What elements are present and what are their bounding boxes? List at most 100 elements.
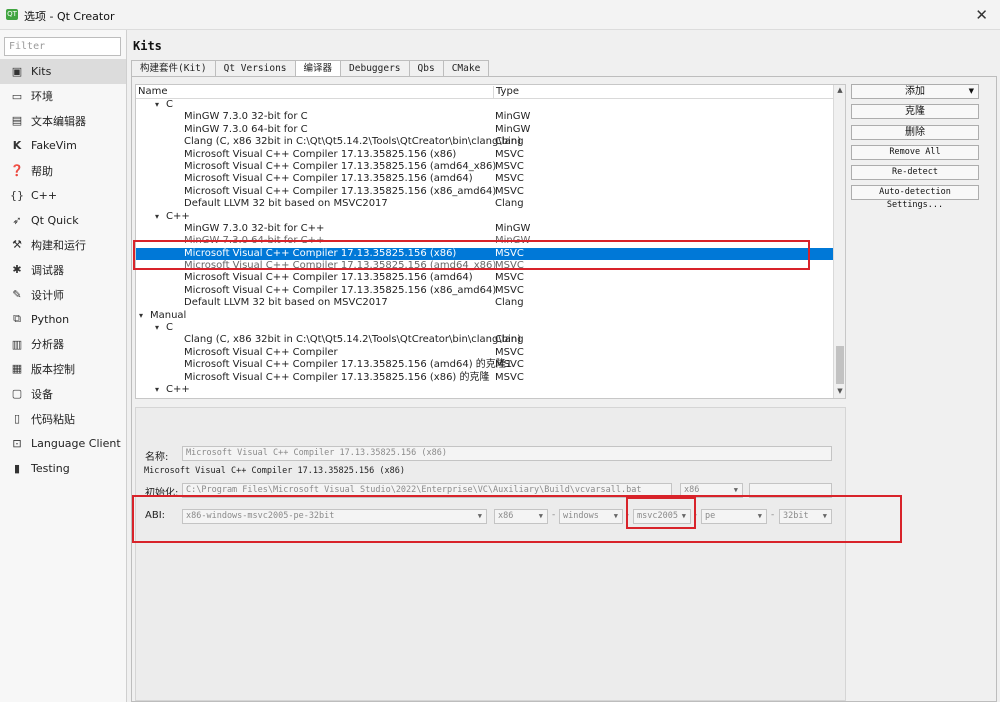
compiler-type: MSVC	[495, 160, 524, 172]
sidebar-item-testing[interactable]: ▮ Testing	[0, 456, 126, 481]
compiler-row[interactable]: Microsoft Visual C++ Compiler 17.13.3582…	[136, 285, 834, 297]
init-label: 初始化:	[145, 488, 179, 499]
compiler-row[interactable]: Default LLVM 32 bit based on MSVC2017 Cla…	[136, 198, 834, 210]
compiler-name: Microsoft Visual C++ Compiler 17.13.3582…	[184, 284, 497, 296]
init-path-field[interactable]: C:\Program Files\Microsoft Visual Studio…	[182, 483, 672, 498]
abi-format-select[interactable]: pe ▼	[701, 509, 767, 524]
scroll-thumb[interactable]	[836, 346, 844, 384]
init-extra-field[interactable]	[749, 483, 832, 498]
sidebar-item-build-run[interactable]: ⚒ 构建和运行	[0, 233, 126, 258]
tree-group-row[interactable]: ▾ C	[136, 99, 834, 111]
compiler-row[interactable]: MinGW 7.3.0 32-bit for C++ MinGW	[136, 223, 834, 235]
sidebar-item-version-control[interactable]: ▦ 版本控制	[0, 357, 126, 382]
abi-format-value: pe	[705, 511, 716, 521]
compiler-row[interactable]: Clang (C, x86 32bit in C:\Qt\Qt5.14.2\To…	[136, 136, 834, 148]
init-arch-select[interactable]: x86 ▼	[680, 483, 743, 498]
expand-arrow-icon[interactable]: ▾	[139, 310, 143, 322]
abi-arch-select[interactable]: x86 ▼	[494, 509, 548, 524]
compiler-row[interactable]: Microsoft Visual C++ Compiler 17.13.3582…	[136, 260, 834, 272]
tab-cmake[interactable]: CMake	[442, 60, 490, 76]
column-header-name[interactable]: Name	[138, 86, 168, 97]
compiler-row[interactable]: Microsoft Visual C++ Compiler 17.13.3582…	[136, 372, 834, 384]
compiler-name: C++	[166, 210, 190, 222]
sidebar-item-fakevim[interactable]: K FakeVim	[0, 133, 126, 158]
compiler-tree[interactable]: Name Type ▾ C MinGW 7.3.0 32-bit for C MinG…	[135, 84, 846, 399]
column-header-type[interactable]: Type	[493, 86, 519, 99]
compiler-row[interactable]: MinGW 7.3.0 64-bit for C++ MinGW	[136, 235, 834, 247]
compiler-row[interactable]: Default LLVM 32 bit based on MSVC2017 Cla…	[136, 297, 834, 309]
compiler-row[interactable]: MinGW 7.3.0 32-bit for C MinGW	[136, 111, 834, 123]
remove-all-button[interactable]: Remove All	[851, 145, 979, 160]
sidebar-item-code-paste[interactable]: ▯ 代码粘贴	[0, 406, 126, 431]
sidebar-item-environment[interactable]: ▭ 环境	[0, 84, 126, 109]
tab-qbs[interactable]: Qbs	[408, 60, 444, 76]
auto-detection-settings-button[interactable]: Auto-detection Settings...	[851, 185, 979, 210]
sidebar-item-label: 调试器	[31, 263, 64, 277]
compiler-row[interactable]: Clang (C, x86 32bit in C:\Qt\Qt5.14.2\To…	[136, 334, 834, 346]
compiler-type: MSVC	[495, 371, 524, 383]
close-icon[interactable]: ✕	[975, 6, 988, 24]
compiler-row[interactable]: Microsoft Visual C++ Compiler 17.13.3582…	[136, 186, 834, 198]
abi-select[interactable]: x86-windows-msvc2005-pe-32bit ▼	[182, 509, 487, 524]
compiler-row[interactable]: Microsoft Visual C++ Compiler MSVC	[136, 347, 834, 359]
sidebar-item-kits[interactable]: ▣ Kits	[0, 59, 126, 84]
compiler-row[interactable]: Microsoft Visual C++ Compiler 17.13.3582…	[136, 161, 834, 173]
sidebar-item-devices[interactable]: ▢ 设备	[0, 381, 126, 406]
tree-group-row[interactable]: ▾ C++	[136, 384, 834, 396]
abi-width-select[interactable]: 32bit ▼	[779, 509, 832, 524]
compiler-name: Microsoft Visual C++ Compiler 17.13.3582…	[184, 185, 497, 197]
sidebar-item-label: 版本控制	[31, 362, 75, 376]
compiler-row[interactable]: Microsoft Visual C++ Compiler 17.13.3582…	[136, 247, 834, 261]
language-client-icon: ⊡	[12, 436, 22, 450]
tab-debuggers[interactable]: Debuggers	[340, 60, 410, 76]
clone-button[interactable]: 克隆	[851, 104, 979, 119]
tab-compilers[interactable]: 编译器	[294, 60, 342, 77]
expand-arrow-icon[interactable]: ▾	[155, 322, 159, 334]
expand-arrow-icon[interactable]: ▾	[155, 384, 159, 396]
redetect-button[interactable]: Re-detect	[851, 165, 979, 180]
abi-flavor-select[interactable]: msvc2005 ▼	[633, 509, 691, 524]
sidebar-item-cpp[interactable]: {} C++	[0, 183, 126, 208]
sidebar-item-designer[interactable]: ✎ 设计师	[0, 282, 126, 307]
compiler-row[interactable]: Microsoft Visual C++ Compiler 17.13.3582…	[136, 149, 834, 161]
compiler-name: Microsoft Visual C++ Compiler 17.13.3582…	[184, 272, 473, 284]
sidebar-item-python[interactable]: ⧉ Python	[0, 307, 126, 332]
compiler-row[interactable]: Microsoft Visual C++ Compiler 17.13.3582…	[136, 272, 834, 284]
sidebar-item-help[interactable]: ❓ 帮助	[0, 158, 126, 183]
compiler-name: Microsoft Visual C++ Compiler 17.13.3582…	[184, 148, 457, 160]
add-button[interactable]: 添加 ▼	[851, 84, 979, 99]
tab-qt-versions[interactable]: Qt Versions	[214, 60, 296, 76]
compiler-row[interactable]: Microsoft Visual C++ Compiler 17.13.3582…	[136, 359, 834, 371]
expand-arrow-icon[interactable]: ▾	[155, 99, 159, 111]
sidebar-item-qt-quick[interactable]: ➶ Qt Quick	[0, 208, 126, 233]
compiler-name: C	[166, 322, 173, 334]
compiler-type: Clang	[495, 334, 524, 346]
remove-button[interactable]: 删除	[851, 125, 979, 140]
compiler-name: Microsoft Visual C++ Compiler 17.13.3582…	[184, 359, 513, 371]
abi-os-select[interactable]: windows ▼	[559, 509, 623, 524]
sidebar-item-debugger[interactable]: ✱ 调试器	[0, 257, 126, 282]
compiler-name: Microsoft Visual C++ Compiler 17.13.3582…	[184, 371, 490, 383]
text-editor-icon: ▤	[11, 114, 23, 128]
sidebar-item-text-editor[interactable]: ▤ 文本编辑器	[0, 109, 126, 134]
scroll-up-icon[interactable]: ▲	[835, 86, 845, 96]
name-field[interactable]: Microsoft Visual C++ Compiler 17.13.3582…	[182, 446, 832, 461]
tree-group-row[interactable]: ▾ C	[136, 322, 834, 334]
compiler-row[interactable]: Microsoft Visual C++ Compiler 17.13.3582…	[136, 173, 834, 185]
compiler-name: C	[166, 99, 173, 110]
compiler-type: MSVC	[495, 272, 524, 284]
compiler-type: MSVC	[495, 185, 524, 197]
scroll-down-icon[interactable]: ▼	[835, 387, 845, 397]
compiler-row[interactable]: MinGW 7.3.0 64-bit for C MinGW	[136, 124, 834, 136]
tree-group-row[interactable]: ▾ Manual	[136, 310, 834, 322]
expand-arrow-icon[interactable]: ▾	[155, 211, 159, 223]
sidebar-item-analyzer[interactable]: ▥ 分析器	[0, 332, 126, 357]
sidebar-item-language-client[interactable]: ⊡ Language Client	[0, 431, 126, 456]
compiler-type: MinGW	[495, 123, 531, 135]
tree-scrollbar[interactable]: ▲ ▼	[833, 85, 845, 398]
tab-kits[interactable]: 构建套件(Kit)	[131, 60, 216, 76]
code-paste-icon: ▯	[13, 412, 21, 426]
filter-input[interactable]	[4, 37, 121, 56]
sidebar-item-label: Qt Quick	[31, 213, 79, 227]
tree-group-row[interactable]: ▾ C++	[136, 211, 834, 223]
